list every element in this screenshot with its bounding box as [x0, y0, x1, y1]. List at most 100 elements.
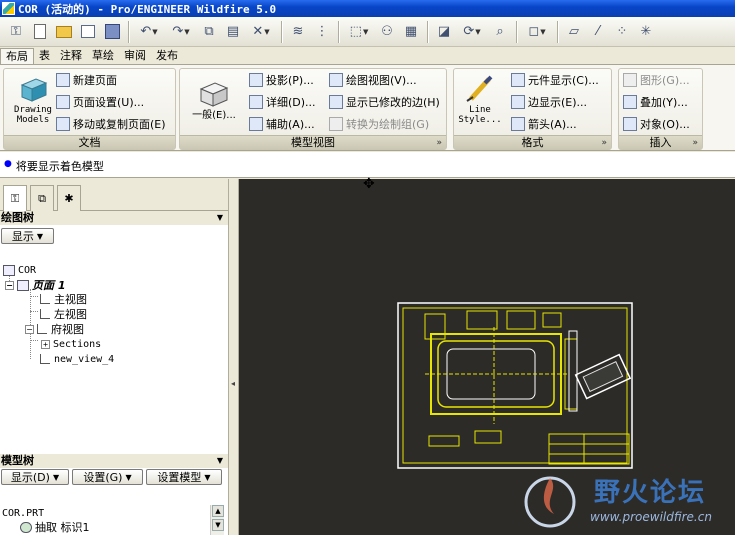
drawing-models-button[interactable]: Drawing Models [3, 73, 63, 125]
show-modified-edges-button[interactable]: 显示已修改的边(H) [329, 93, 440, 111]
new-page-icon [56, 73, 70, 87]
new-file-icon[interactable] [30, 22, 50, 42]
open-folder-icon[interactable] [54, 22, 74, 42]
show-modified-edges-label: 显示已修改的边(H) [346, 96, 440, 109]
feature-icon [20, 521, 32, 533]
collapse-icon[interactable]: − [25, 324, 34, 334]
tree-page-item[interactable]: − 页面 1 [5, 278, 65, 292]
view-icon [40, 354, 50, 364]
collapse-icon[interactable]: − [5, 280, 14, 290]
tree-filter-icon[interactable]: ⋮ [312, 22, 332, 42]
redo-icon[interactable]: ↷ ▼ [167, 22, 195, 42]
zoom-icon[interactable]: ⌕ [490, 22, 510, 42]
model-tree-collapse-icon[interactable]: ▼ [217, 454, 223, 468]
datum-axes-icon[interactable]: ⁄ [588, 22, 608, 42]
detail-view-label: 详细(D)... [266, 96, 316, 109]
object-icon [623, 117, 637, 131]
set-model-button[interactable]: 设置模型 ▼ [146, 469, 222, 485]
tree-root-item[interactable]: COR [3, 263, 36, 277]
find-icon[interactable]: ⚇ [377, 22, 397, 42]
line-style-button[interactable]: Line Style... [450, 73, 510, 125]
document-group: Drawing Models 新建页面 页面设置(U)... 移动或复制页面(E… [3, 68, 176, 150]
tree-view-item[interactable]: 主视图 [40, 292, 87, 306]
new-page-button[interactable]: 新建页面 [56, 71, 117, 89]
model-tree-show-button[interactable]: 显示(D) ▼ [1, 469, 69, 485]
arrows-button[interactable]: 箭头(A)... [511, 115, 577, 133]
move-copy-page-icon [56, 117, 70, 131]
splitter-grip-icon[interactable]: ◂ [231, 379, 235, 388]
panel-splitter[interactable]: ◂ [228, 179, 239, 535]
save-icon[interactable] [102, 22, 122, 42]
select-box-icon[interactable]: ⬚ ▼ [345, 22, 373, 42]
overlay-button[interactable]: 叠加(Y)... [623, 93, 688, 111]
tab-annotate[interactable]: 注释 [55, 48, 87, 64]
delete-icon[interactable]: ✕ ▼ [247, 22, 275, 42]
datum-planes-icon[interactable]: ▱ [564, 22, 584, 42]
forum-logo-icon [524, 476, 576, 528]
format-group-title: 格式 [454, 135, 611, 149]
drawing-tree-collapse-icon[interactable]: ▼ [217, 211, 223, 225]
insert-expand-icon[interactable]: » [692, 138, 698, 148]
scroll-down-icon[interactable]: ▼ [212, 519, 224, 531]
drawing-models-label: Drawing Models [14, 105, 52, 125]
general-view-button[interactable]: 一般(E)... [184, 79, 244, 121]
message-bullet-icon: ● [4, 159, 12, 169]
model-view-expand-icon[interactable]: » [436, 138, 442, 148]
move-copy-page-button[interactable]: 移动或复制页面(E) [56, 115, 166, 133]
format-expand-icon[interactable]: » [601, 138, 607, 148]
object-button[interactable]: 对象(O)... [623, 115, 690, 133]
display-style-icon[interactable]: ◻ ▼ [523, 22, 551, 42]
tree-view-item[interactable]: new_view_4 [40, 352, 114, 366]
tab-model-tree[interactable]: ⚿ [3, 185, 27, 212]
model-tree-icon[interactable]: ⚿ [6, 22, 26, 42]
edge-display-button[interactable]: 边显示(E)... [511, 93, 587, 111]
expand-icon[interactable]: + [41, 339, 50, 349]
model-tree-header: 模型树 ▼ [0, 454, 228, 468]
tab-sketch[interactable]: 草绘 [87, 48, 119, 64]
layers-icon[interactable]: ≋ [288, 22, 308, 42]
model-tree-root-item[interactable]: COR.PRT [2, 506, 44, 520]
tab-table[interactable]: 表 [34, 48, 55, 64]
tab-layout[interactable]: 布局 [0, 48, 34, 64]
model-tree-settings-button[interactable]: 设置(G) ▼ [72, 469, 143, 485]
ribbon: Drawing Models 新建页面 页面设置(U)... 移动或复制页面(E… [0, 64, 735, 151]
paste-icon[interactable]: ▤ [223, 22, 243, 42]
arrows-label: 箭头(A)... [528, 118, 577, 131]
convert-to-draw-group-button[interactable]: 转换为绘制组(G) [329, 115, 429, 133]
model-view-group: 一般(E)... 投影(P)... 详细(D)... 辅助(A)... 绘图视图… [179, 68, 447, 150]
tab-publish[interactable]: 发布 [151, 48, 183, 64]
tab-review[interactable]: 审阅 [119, 48, 151, 64]
new-page-label: 新建页面 [73, 74, 117, 87]
auxiliary-view-button[interactable]: 辅助(A)... [249, 115, 315, 133]
model-tree-feature-label: 抽取 标识1 [35, 521, 90, 534]
overlay-icon [623, 95, 637, 109]
datum-points-icon[interactable]: ⁘ [612, 22, 632, 42]
projection-view-button[interactable]: 投影(P)... [249, 71, 314, 89]
drawing-view-button[interactable]: 绘图视图(V)... [329, 71, 417, 89]
tree-view-label: 主视图 [54, 293, 87, 306]
tab-folder-browser[interactable]: ⧉ [30, 185, 54, 211]
repaint-icon[interactable]: ⟳ ▼ [458, 22, 486, 42]
open-session-icon[interactable] [78, 22, 98, 42]
tree-view-item[interactable]: − 府视图 [25, 322, 84, 336]
tree-view-item[interactable]: 左视图 [40, 307, 87, 321]
page-setup-button[interactable]: 页面设置(U)... [56, 93, 144, 111]
tree-sections-item[interactable]: + Sections [41, 337, 101, 351]
tab-favorites[interactable]: ✱ [57, 185, 81, 211]
regenerate-icon[interactable]: ◪ [434, 22, 454, 42]
detail-view-button[interactable]: 详细(D)... [249, 93, 316, 111]
drawing-tree-show-button[interactable]: 显示 ▼ [1, 228, 54, 244]
model-tree-title: 模型树 [1, 454, 34, 467]
undo-icon[interactable]: ↶ ▼ [135, 22, 163, 42]
csys-icon[interactable]: ✳ [636, 22, 656, 42]
model-tree-scrollbar[interactable]: ▲ ▼ [210, 505, 224, 535]
insert-graphic-button[interactable]: 图形(G)... [623, 71, 690, 89]
move-copy-page-label: 移动或复制页面(E) [73, 118, 166, 131]
copy-icon[interactable]: ⧉ [199, 22, 219, 42]
component-display-button[interactable]: 元件显示(C)... [511, 71, 599, 89]
dimension-block [506, 310, 536, 330]
info-icon[interactable]: ▦ [401, 22, 421, 42]
scroll-up-icon[interactable]: ▲ [212, 505, 224, 517]
model-tree-feature-item[interactable]: 抽取 标识1 [20, 520, 90, 534]
tree-root-label: COR [18, 264, 37, 276]
